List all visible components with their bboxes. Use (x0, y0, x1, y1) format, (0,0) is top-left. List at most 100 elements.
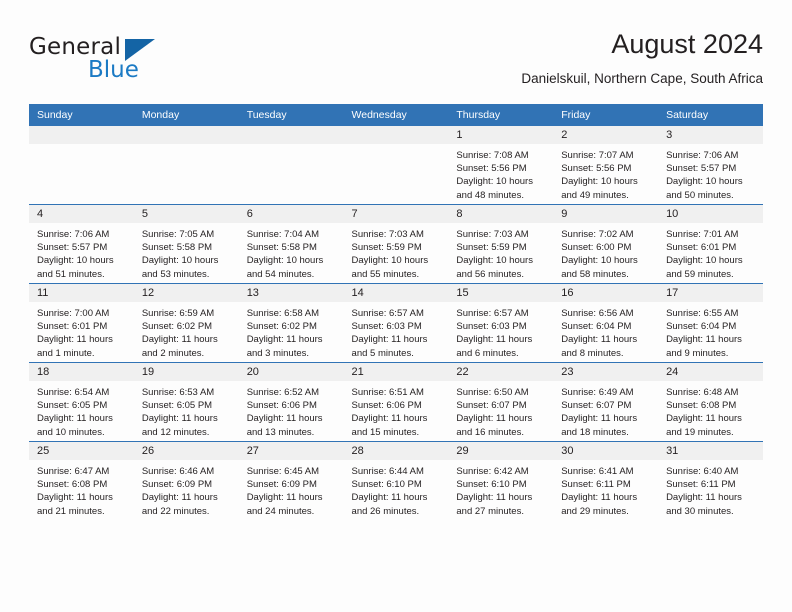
calendar-day-cell[interactable]: 5 Sunrise: 7:05 AM Sunset: 5:58 PM Daylight… (133, 204, 239, 284)
calendar-day-cell[interactable]: 4 Sunrise: 7:06 AM Sunset: 5:57 PM Daylight… (29, 204, 134, 284)
generalblue-logo[interactable]: General Blue (29, 34, 209, 86)
calendar-day-cell[interactable]: 2 Sunrise: 7:07 AM Sunset: 5:56 PM Daylight… (553, 126, 659, 205)
day-sunset-text: Sunset: 6:07 PM (456, 400, 527, 412)
calendar-day-cell[interactable]: 29 Sunrise: 6:42 AM Sunset: 6:10 PM Dayligh… (448, 441, 554, 520)
day-sunset-text: Sunset: 5:58 PM (141, 242, 213, 254)
calendar-day-cell[interactable]: 11 Sunrise: 7:00 AM Sunset: 6:01 PM Dayligh… (29, 283, 134, 363)
calendar-day-cell[interactable]: 24 Sunrise: 6:48 AM Sunset: 6:08 PM Dayligh… (658, 362, 763, 442)
day-daylight-line-text: Daylight: 11 hours (37, 492, 113, 504)
day-daylight-line-text: and 27 minutes. (456, 505, 524, 517)
day-daylight-line-text: and 10 minutes. (37, 426, 105, 438)
calendar-day-cell[interactable]: 22 Sunrise: 6:50 AM Sunset: 6:07 PM Dayligh… (448, 362, 554, 442)
day-sunrise-text: Sunrise: 7:08 AM (456, 150, 529, 161)
weekday-header-tuesday: Tuesday (238, 104, 344, 126)
day-sunset-text: Sunset: 6:01 PM (37, 321, 108, 333)
calendar-day-cell[interactable]: 12 Sunrise: 6:59 AM Sunset: 6:02 PM Dayligh… (133, 283, 239, 363)
day-daylight-line-text: Daylight: 11 hours (666, 334, 742, 346)
day-details: Sunrise: 6:59 AM Sunset: 6:02 PM Daylight:… (134, 302, 239, 360)
day-daylight-line-text: Daylight: 11 hours (351, 334, 428, 346)
day-number: 22 (448, 363, 554, 381)
weekday-header-wednesday: Wednesday (343, 104, 449, 126)
day-daylight-line-text: and 56 minutes. (456, 268, 524, 280)
day-details: Sunrise: 6:42 AM Sunset: 6:10 PM Daylight:… (448, 460, 553, 518)
calendar-day-cell[interactable]: 16 Sunrise: 6:56 AM Sunset: 6:04 PM Dayligh… (553, 283, 659, 363)
day-sunset-text: Sunset: 6:11 PM (666, 479, 736, 491)
page-title: August 2024 (611, 29, 763, 59)
day-details: Sunrise: 7:06 AM Sunset: 5:57 PM Daylight:… (29, 223, 134, 281)
day-daylight-line-text: Daylight: 10 hours (456, 176, 533, 188)
day-sunset-text: Sunset: 6:00 PM (561, 242, 632, 254)
calendar-day-cell[interactable]: 25 Sunrise: 6:47 AM Sunset: 6:08 PM Dayligh… (29, 441, 134, 520)
day-details: Sunrise: 7:03 AM Sunset: 5:59 PM Daylight:… (448, 223, 553, 281)
calendar-day-cell[interactable]: 28 Sunrise: 6:44 AM Sunset: 6:10 PM Dayligh… (343, 441, 449, 520)
calendar-week-row: 25 Sunrise: 6:47 AM Sunset: 6:08 PM Dayligh… (29, 441, 763, 520)
day-daylight-line-text: and 3 minutes. (246, 347, 310, 359)
day-sunrise-text: Sunrise: 6:49 AM (561, 387, 634, 398)
calendar-day-cell[interactable]: 18 Sunrise: 6:54 AM Sunset: 6:05 PM Dayligh… (29, 362, 134, 442)
day-number: 20 (238, 363, 344, 381)
calendar-day-cell[interactable]: 21 Sunrise: 6:51 AM Sunset: 6:06 PM Dayligh… (343, 362, 449, 442)
weekday-header-sunday: Sunday (29, 104, 134, 126)
day-details: Sunrise: 7:05 AM Sunset: 5:58 PM Daylight:… (134, 223, 239, 281)
day-daylight-line-text: and 58 minutes. (561, 268, 629, 280)
day-sunset-text: Sunset: 5:58 PM (246, 242, 317, 254)
day-daylight-line-text: and 21 minutes. (37, 505, 105, 517)
day-sunrise-text: Sunrise: 6:45 AM (246, 466, 320, 477)
calendar-day-cell[interactable]: 1 Sunrise: 7:08 AM Sunset: 5:56 PM Daylight… (448, 126, 554, 205)
day-sunset-text: Sunset: 5:57 PM (666, 163, 737, 175)
day-daylight-line-text: Daylight: 10 hours (561, 176, 638, 188)
weekday-header-saturday: Saturday (658, 104, 763, 126)
calendar-day-cell[interactable]: 3 Sunrise: 7:06 AM Sunset: 5:57 PM Daylight… (658, 126, 763, 205)
day-daylight-line-text: and 15 minutes. (351, 426, 420, 438)
calendar-day-cell[interactable]: 31 Sunrise: 6:40 AM Sunset: 6:11 PM Dayligh… (658, 441, 763, 520)
day-daylight-line-text: Daylight: 11 hours (456, 492, 533, 504)
day-daylight-line-text: and 48 minutes. (456, 189, 524, 201)
day-number (343, 126, 449, 144)
calendar-day-cell[interactable]: 8 Sunrise: 7:03 AM Sunset: 5:59 PM Daylight… (448, 204, 554, 284)
calendar-day-cell[interactable]: 13 Sunrise: 6:58 AM Sunset: 6:02 PM Dayligh… (238, 283, 344, 363)
calendar-day-cell[interactable]: 26 Sunrise: 6:46 AM Sunset: 6:09 PM Dayligh… (133, 441, 239, 520)
calendar-day-cell[interactable]: 17 Sunrise: 6:55 AM Sunset: 6:04 PM Dayligh… (658, 283, 763, 363)
weekday-header-row: Sunday Monday Tuesday Wednesday Thursday Frid… (29, 104, 763, 126)
day-number: 8 (448, 205, 554, 223)
day-details: Sunrise: 6:48 AM Sunset: 6:08 PM Daylight:… (658, 381, 763, 439)
day-daylight-line-text: and 30 minutes. (666, 505, 734, 517)
calendar-day-cell[interactable]: 15 Sunrise: 6:57 AM Sunset: 6:03 PM Dayligh… (448, 283, 554, 363)
day-number: 13 (238, 284, 344, 302)
calendar-day-cell[interactable]: 9 Sunrise: 7:02 AM Sunset: 6:00 PM Daylight… (553, 204, 659, 284)
day-sunrise-text: Sunrise: 7:05 AM (141, 229, 215, 240)
calendar-day-cell[interactable]: 14 Sunrise: 6:57 AM Sunset: 6:03 PM Dayligh… (343, 283, 449, 363)
day-sunrise-text: Sunrise: 6:59 AM (141, 308, 215, 319)
calendar-day-cell[interactable]: 10 Sunrise: 7:01 AM Sunset: 6:01 PM Dayligh… (658, 204, 763, 284)
day-sunrise-text: Sunrise: 7:03 AM (456, 229, 529, 240)
day-daylight-line-text: and 29 minutes. (561, 505, 629, 517)
day-daylight-line-text: Daylight: 11 hours (666, 413, 742, 425)
day-daylight-line-text: Daylight: 11 hours (561, 334, 638, 346)
calendar-day-cell[interactable]: 6 Sunrise: 7:04 AM Sunset: 5:58 PM Daylight… (238, 204, 344, 284)
day-daylight-line-text: Daylight: 11 hours (37, 334, 113, 346)
day-number: 16 (553, 284, 659, 302)
day-daylight-line-text: and 49 minutes. (561, 189, 629, 201)
day-daylight-line-text: and 24 minutes. (246, 505, 315, 517)
day-details: Sunrise: 6:54 AM Sunset: 6:05 PM Daylight:… (29, 381, 134, 439)
calendar-day-cell[interactable]: 20 Sunrise: 6:52 AM Sunset: 6:06 PM Dayligh… (238, 362, 344, 442)
calendar-day-cell[interactable]: 30 Sunrise: 6:41 AM Sunset: 6:11 PM Dayligh… (553, 441, 659, 520)
day-number: 2 (553, 126, 659, 144)
day-sunrise-text: Sunrise: 6:55 AM (666, 308, 739, 319)
day-sunset-text: Sunset: 6:02 PM (141, 321, 213, 333)
day-daylight-line-text: and 54 minutes. (246, 268, 315, 280)
day-number: 31 (658, 442, 763, 460)
day-number: 18 (29, 363, 134, 381)
day-details: Sunrise: 6:52 AM Sunset: 6:06 PM Daylight:… (239, 381, 344, 439)
calendar-day-cell[interactable]: 7 Sunrise: 7:03 AM Sunset: 5:59 PM Daylight… (343, 204, 449, 284)
day-number: 23 (553, 363, 659, 381)
day-details: Sunrise: 7:03 AM Sunset: 5:59 PM Daylight:… (344, 223, 449, 281)
calendar-day-cell[interactable]: 27 Sunrise: 6:45 AM Sunset: 6:09 PM Dayligh… (238, 441, 344, 520)
day-sunrise-text: Sunrise: 6:56 AM (561, 308, 634, 319)
day-daylight-line-text: and 1 minute. (37, 347, 95, 359)
day-daylight-line-text: Daylight: 11 hours (141, 413, 218, 425)
day-sunset-text: Sunset: 6:05 PM (141, 400, 213, 412)
calendar-day-cell[interactable]: 19 Sunrise: 6:53 AM Sunset: 6:05 PM Dayligh… (133, 362, 239, 442)
day-sunset-text: Sunset: 5:59 PM (456, 242, 527, 254)
calendar-day-cell[interactable]: 23 Sunrise: 6:49 AM Sunset: 6:07 PM Dayligh… (553, 362, 659, 442)
